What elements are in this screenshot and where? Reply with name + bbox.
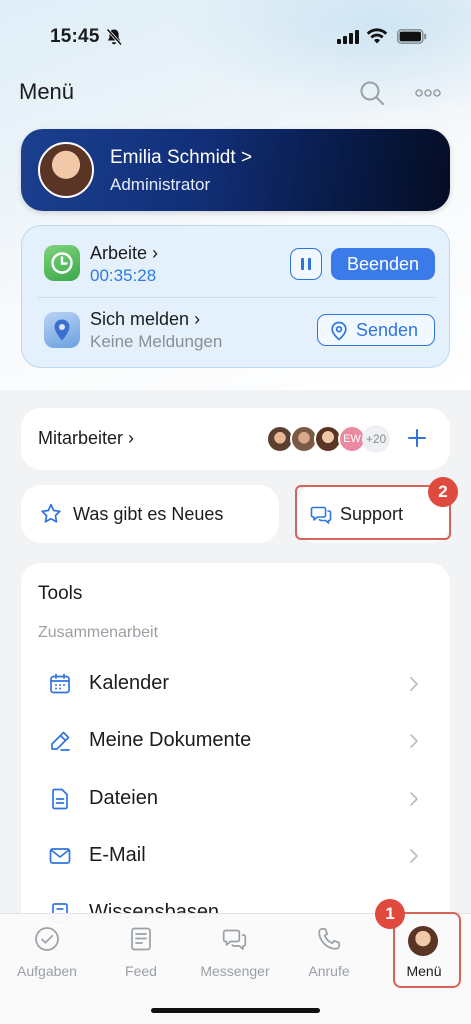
tools-title: Tools <box>38 583 83 604</box>
tool-label: Dateien <box>89 787 158 809</box>
more-icon[interactable] <box>414 87 442 99</box>
report-subtitle: Keine Meldungen <box>90 332 223 351</box>
search-icon[interactable] <box>359 80 385 106</box>
profile-name-text: Emilia Schmidt <box>110 147 236 168</box>
page-title: Menü <box>19 79 75 104</box>
wifi-icon <box>366 28 388 44</box>
location-pin-icon <box>44 312 80 348</box>
chevron-right-icon: > <box>240 147 253 168</box>
report-title[interactable]: Sich melden › <box>90 309 200 330</box>
bell-off-icon <box>106 28 122 46</box>
tool-item-files[interactable]: Dateien <box>21 772 450 830</box>
tab-tasks[interactable]: Aufgaben <box>0 914 94 994</box>
profile-name: Emilia Schmidt > <box>110 147 252 169</box>
tab-label: Feed <box>125 963 157 979</box>
battery-icon <box>397 29 427 44</box>
employees-card[interactable]: Mitarbeiter › EW +20 <box>21 408 450 470</box>
feed-icon <box>131 927 151 951</box>
work-status-label: Arbeite <box>90 243 148 263</box>
status-bar: 15:45 <box>0 0 471 76</box>
chat-icon <box>222 929 247 950</box>
tab-calls[interactable]: Anrufe <box>282 914 376 994</box>
tool-item-documents[interactable]: Meine Dokumente <box>21 714 450 772</box>
news-button[interactable]: Was gibt es Neues <box>21 485 279 543</box>
tab-label: Aufgaben <box>17 963 77 979</box>
chevron-right-icon <box>410 734 418 748</box>
employees-label: Mitarbeiter › <box>38 428 135 448</box>
chevron-right-icon <box>410 792 418 806</box>
employee-initials: EW <box>343 433 361 445</box>
send-button[interactable]: Senden <box>317 314 435 346</box>
file-icon <box>52 788 68 810</box>
divider <box>38 297 435 298</box>
phone-icon <box>318 927 341 950</box>
profile-card[interactable]: Emilia Schmidt > Administrator <box>21 129 450 211</box>
news-label: Was gibt es Neues <box>73 504 224 524</box>
tab-label: Messenger <box>200 963 270 979</box>
chevron-right-icon <box>410 849 418 863</box>
mail-icon <box>49 848 71 864</box>
profile-avatar <box>38 142 94 198</box>
highlight-box-menu <box>393 912 461 988</box>
employee-more-count: +20 <box>362 425 390 453</box>
signal-icon <box>337 30 359 44</box>
work-status-title[interactable]: Arbeite › <box>90 243 158 264</box>
home-indicator <box>151 1008 320 1013</box>
step-badge-2: 2 <box>428 477 458 507</box>
pause-button[interactable] <box>290 248 322 280</box>
tool-item-calendar[interactable]: Kalender <box>21 657 450 715</box>
tool-item-email[interactable]: E-Mail <box>21 829 450 887</box>
tab-messenger[interactable]: Messenger <box>188 914 282 994</box>
clock-icon <box>44 245 80 281</box>
send-label: Senden <box>356 320 419 340</box>
work-status-card: Arbeite › 00:35:28 Beenden Sich melden ›… <box>21 225 450 368</box>
employees-label-text: Mitarbeiter <box>38 428 124 448</box>
star-icon <box>41 503 61 523</box>
location-pin-icon <box>331 321 347 341</box>
chevron-right-icon <box>410 677 418 691</box>
work-timer: 00:35:28 <box>90 266 157 285</box>
tool-label: E-Mail <box>89 844 146 866</box>
step-badge-1: 1 <box>375 899 405 929</box>
status-time: 15:45 <box>50 26 100 47</box>
calendar-icon <box>50 673 70 694</box>
add-employee-icon[interactable] <box>405 426 429 450</box>
tool-label: Meine Dokumente <box>89 729 252 751</box>
pen-icon <box>51 731 70 751</box>
profile-role: Administrator <box>110 175 211 194</box>
end-button[interactable]: Beenden <box>331 248 435 280</box>
report-label: Sich melden <box>90 309 190 329</box>
tab-feed[interactable]: Feed <box>94 914 188 994</box>
tools-section-label: Zusammenarbeit <box>38 624 159 641</box>
tool-label: Kalender <box>89 672 170 694</box>
tab-label: Anrufe <box>308 963 350 979</box>
check-circle-icon <box>35 927 59 951</box>
